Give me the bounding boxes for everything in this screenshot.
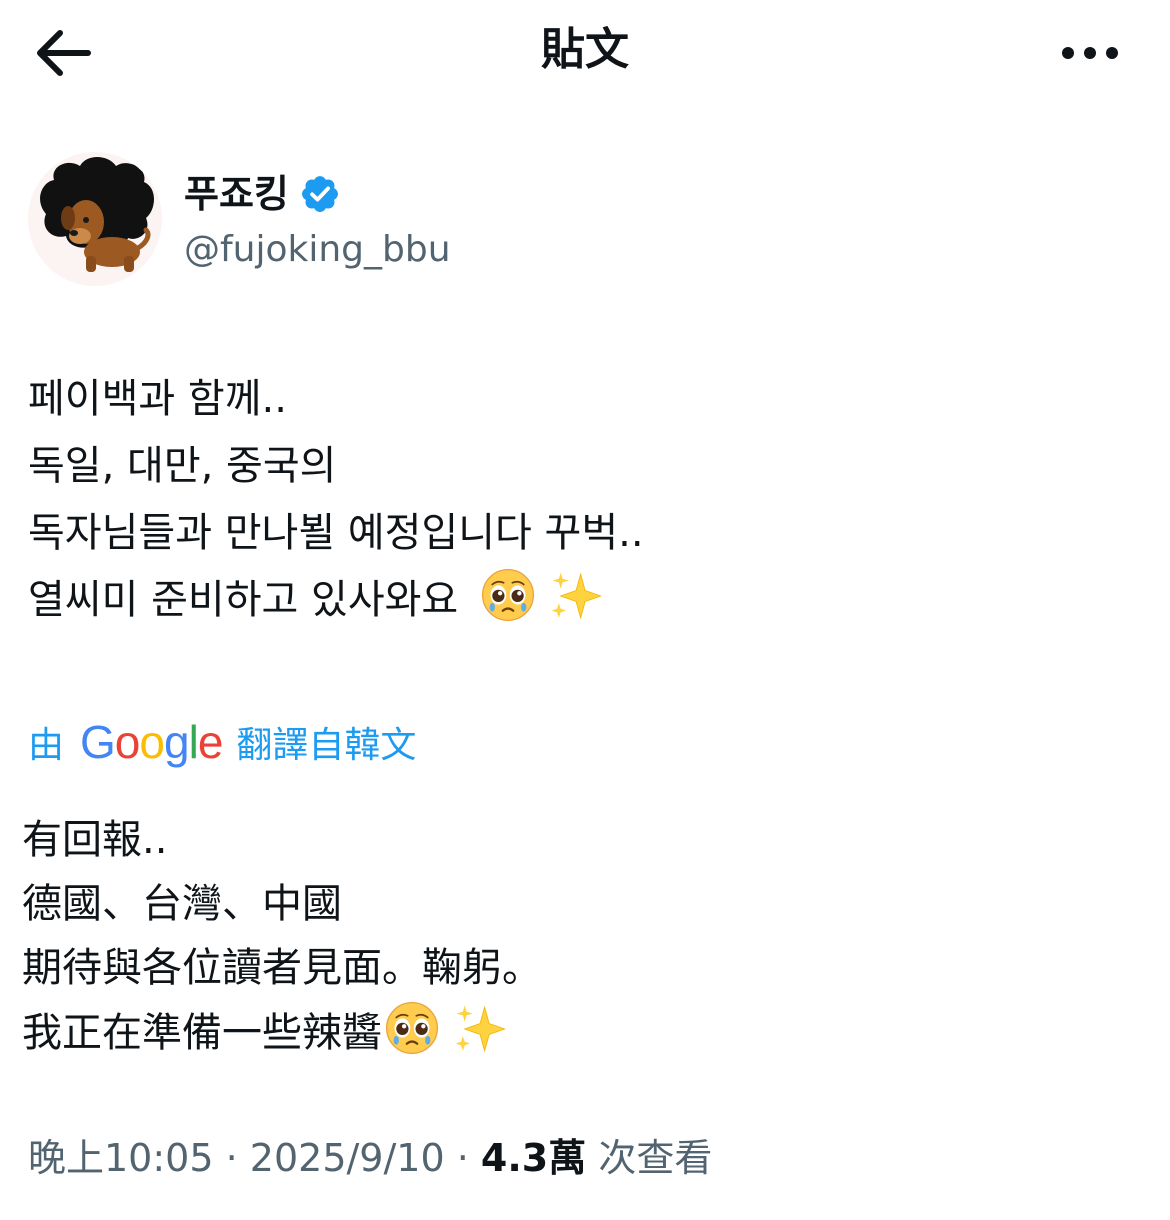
- avatar-image: [28, 152, 162, 286]
- translation-prefix: 由: [28, 725, 65, 766]
- views-count: 4.3萬: [480, 1136, 587, 1180]
- verified-badge-icon: [299, 173, 341, 215]
- tweet-meta: 晚上10:05 · 2025/9/10 · 4.3萬 次查看: [28, 1130, 712, 1186]
- translated-line: 有回報..: [22, 817, 168, 863]
- meta-separator: ·: [225, 1136, 238, 1180]
- translation-credit[interactable]: 由 Google 翻譯自韓文: [28, 712, 416, 772]
- translated-line-text: 我正在準備一些辣醬: [22, 1010, 382, 1056]
- translation-suffix: 翻譯自韓文: [236, 725, 417, 766]
- user-handle[interactable]: @fujoking_bbu: [184, 224, 451, 276]
- author-info: 푸죠킹 @fujoking_bbu: [28, 152, 1128, 286]
- translated-text: 有回報.. 德國、台灣、中國 期待與各位讀者見面。鞠躬。 我正在準備一些辣醬: [22, 808, 1132, 1064]
- tweet-line-text: 열씨미 준비하고 있사와요: [28, 577, 459, 623]
- avatar[interactable]: [28, 152, 162, 286]
- translated-line: 期待與各位讀者見面。鞠躬。: [22, 945, 542, 991]
- google-logo: Google: [80, 716, 223, 768]
- views-label: 次查看: [598, 1136, 713, 1180]
- tweet-line: 독자님들과 만나뵐 예정입니다 꾸벅..: [28, 510, 644, 556]
- pleading-face-emoji: [385, 1001, 439, 1055]
- page-title: 貼文: [541, 24, 629, 75]
- name-row: 푸죠킹: [184, 166, 341, 222]
- tweet-line-last: 열씨미 준비하고 있사와요: [28, 567, 1138, 634]
- sparkles-emoji: [455, 1005, 506, 1053]
- sparkles-emoji: [551, 572, 603, 620]
- translated-line-last: 我正在準備一些辣醬: [22, 1000, 1132, 1064]
- tweet-text: 페이백과 함께.. 독일, 대만, 중국의 독자님들과 만나뵐 예정입니다 꾸벅…: [28, 366, 1138, 634]
- meta-separator: ·: [456, 1136, 469, 1180]
- tweet-line: 페이백과 함께..: [28, 376, 287, 422]
- more-horizontal-icon: [1062, 47, 1118, 59]
- top-bar: 貼文: [0, 0, 1170, 110]
- translated-line: 德國、台灣、中國: [22, 881, 342, 927]
- display-name[interactable]: 푸죠킹: [184, 166, 289, 222]
- tweet-line: 독일, 대만, 중국의: [28, 443, 337, 489]
- pleading-face-emoji: [482, 568, 535, 622]
- more-options-button[interactable]: [1050, 18, 1130, 88]
- tweet-date[interactable]: 2025/9/10: [250, 1136, 445, 1180]
- tweet-time[interactable]: 晚上10:05: [28, 1136, 214, 1180]
